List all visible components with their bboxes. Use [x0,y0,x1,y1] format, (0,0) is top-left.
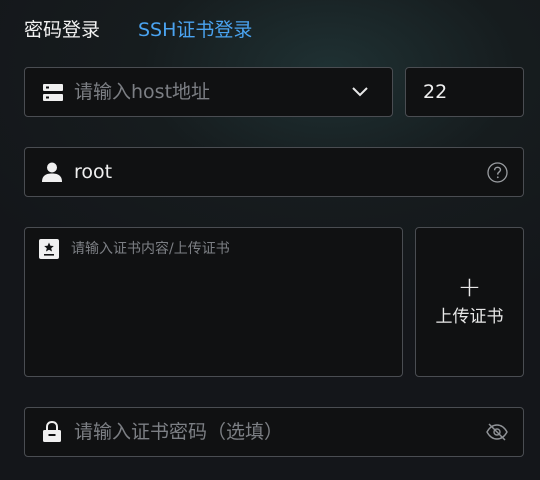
host-input-placeholder[interactable]: 请输入host地址 [74,80,210,104]
user-icon [42,162,62,182]
tab-ssh-cert-login[interactable]: SSH证书登录 [138,18,252,42]
eye-off-icon[interactable] [486,423,508,441]
certificate-placeholder: 请输入证书内容/上传证书 [71,241,230,257]
plus-icon: + [457,270,482,303]
username-value: root [74,161,113,183]
upload-certificate-label: 上传证书 [435,307,504,327]
certificate-textarea[interactable]: 请输入证书内容/上传证书 [24,227,403,377]
question-circle-icon[interactable] [487,162,508,183]
lock-icon [42,421,62,443]
certificate-icon [39,239,59,259]
server-icon [43,84,63,101]
cert-password-placeholder[interactable]: 请输入证书密码（选填） [74,420,283,444]
chevron-down-icon[interactable] [352,87,368,97]
port-value: 22 [423,81,448,103]
host-select[interactable]: 请输入host地址 [24,67,393,117]
tab-password-login[interactable]: 密码登录 [24,18,100,42]
port-input[interactable]: 22 [405,67,524,117]
username-input[interactable]: root [24,147,524,197]
upload-certificate-button[interactable]: + 上传证书 [415,227,524,377]
cert-password-input[interactable]: 请输入证书密码（选填） [24,407,524,457]
